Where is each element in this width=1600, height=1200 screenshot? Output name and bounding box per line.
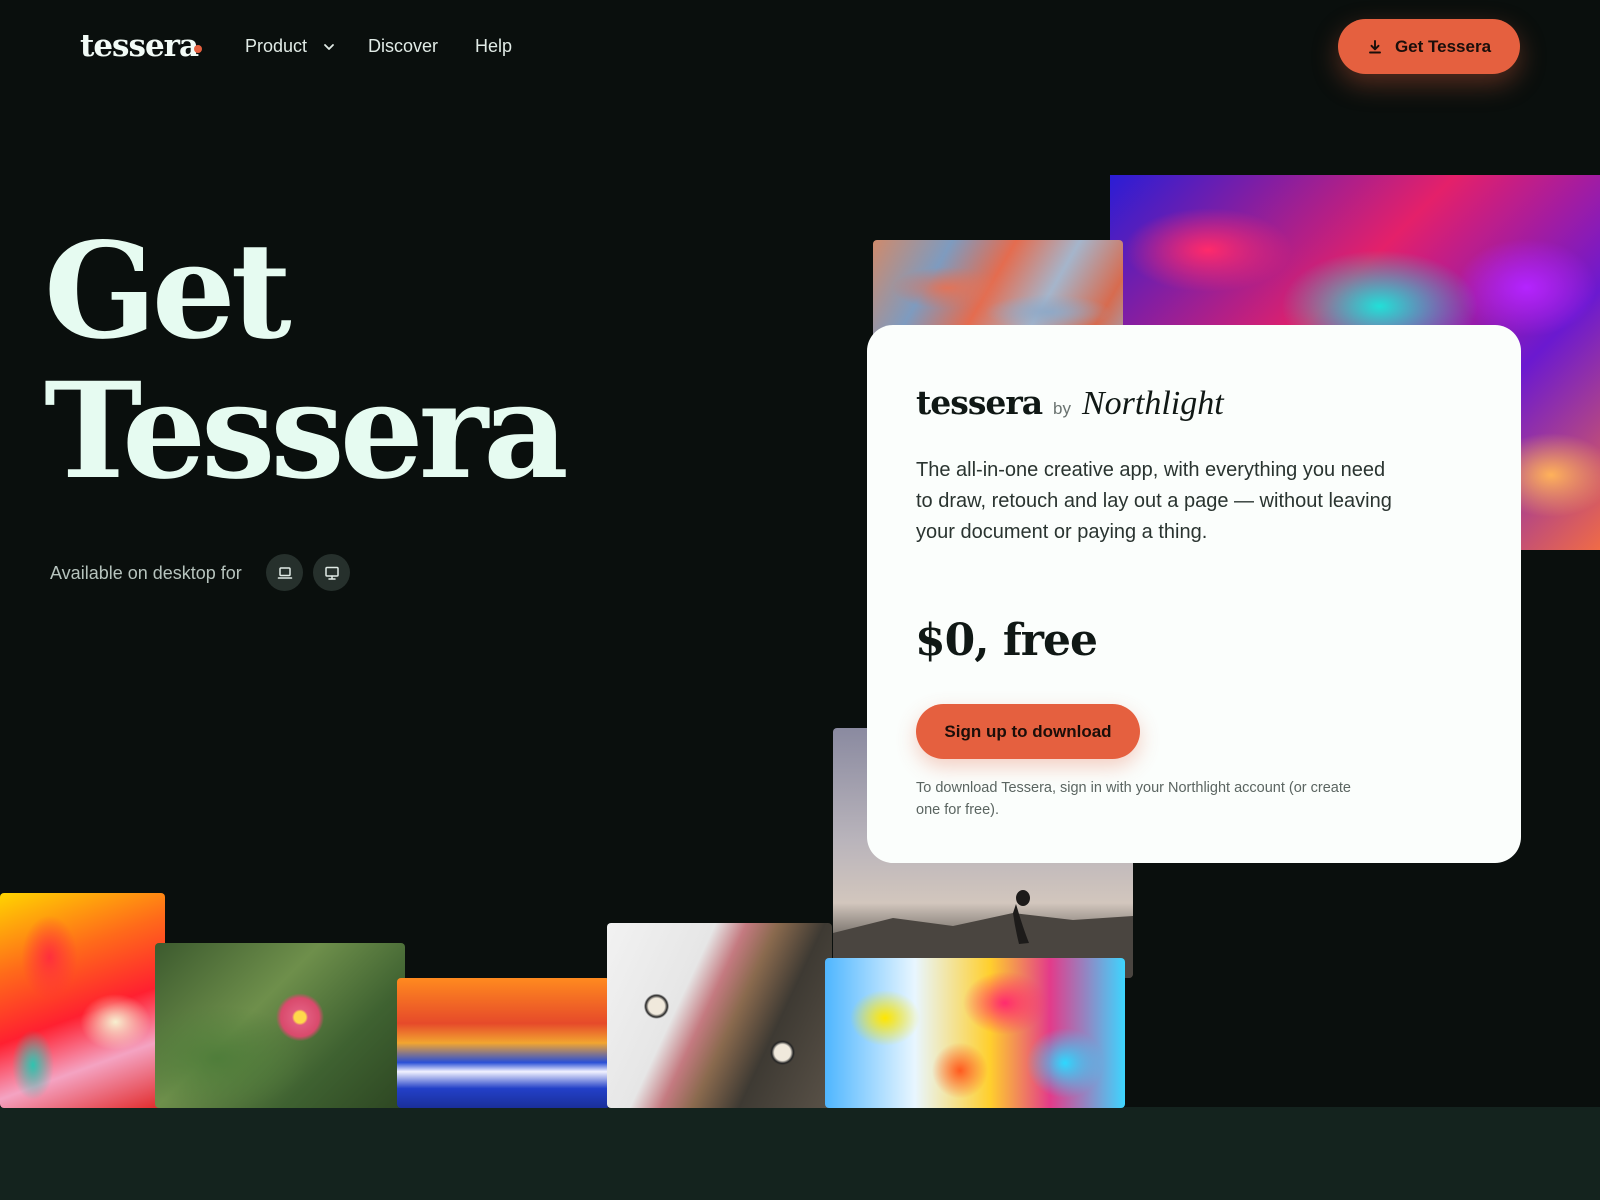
- fluid-art-image: [0, 893, 165, 1108]
- get-tessera-label: Get Tessera: [1394, 36, 1492, 56]
- availability-text: Available on desktop for: [50, 563, 242, 583]
- logo[interactable]: tessera: [80, 28, 199, 64]
- laptop-icon: [277, 566, 292, 579]
- chevron-down-icon[interactable]: [322, 40, 336, 54]
- nav-product[interactable]: Product: [245, 36, 307, 57]
- card-note: To download Tessera, sign in with your N…: [916, 780, 1351, 818]
- sushi-photo-image: [607, 923, 832, 1108]
- card-price: $0, free: [915, 615, 1098, 666]
- laptop-platform-button[interactable]: [266, 554, 303, 591]
- hero-title-line2: Tessera: [44, 354, 569, 509]
- card-brand: tessera: [916, 383, 1043, 422]
- sign-up-button[interactable]: Sign up to download: [916, 704, 1140, 759]
- hero-title-line1: Get: [44, 214, 292, 369]
- nav-help[interactable]: Help: [475, 36, 512, 57]
- card-description: The all-in-one creative app, with everyt…: [916, 459, 1392, 543]
- card-by: by: [1053, 399, 1071, 418]
- logo-dot: [194, 45, 202, 53]
- painted-canvas-image: [397, 978, 610, 1108]
- desktop-icon: [324, 566, 339, 580]
- hero-title: Get Tessera: [44, 214, 569, 509]
- graffiti-art-image: [825, 958, 1125, 1108]
- desktop-platform-button[interactable]: [313, 554, 350, 591]
- flower-photo-image: [155, 943, 405, 1108]
- top-nav: tessera Product Discover Help Get Tesser…: [0, 0, 1600, 96]
- get-tessera-button[interactable]: Get Tessera: [1338, 19, 1520, 74]
- download-icon: [1369, 39, 1381, 53]
- card-vendor: Northlight: [1082, 385, 1224, 422]
- nav-discover[interactable]: Discover: [368, 36, 438, 57]
- footer-band: [0, 1107, 1600, 1200]
- download-card: tessera by Northlight The all-in-one cre…: [867, 325, 1521, 863]
